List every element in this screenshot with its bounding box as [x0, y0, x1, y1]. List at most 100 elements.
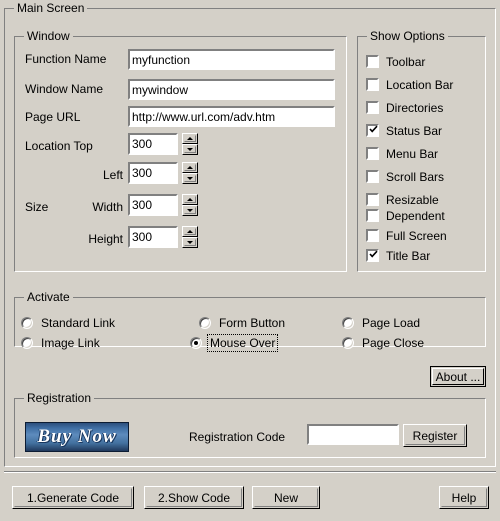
new-button[interactable]: New	[252, 486, 320, 509]
radio-mouse-over[interactable]: Mouse Over	[190, 334, 279, 352]
show-options-group-label: Show Options	[367, 30, 448, 43]
width-input[interactable]: 300	[128, 194, 178, 216]
left-spinner-down[interactable]	[182, 173, 198, 184]
checkbox-box	[366, 124, 379, 137]
radio-label: Standard Link	[41, 316, 116, 330]
location-top-spinner-up[interactable]	[182, 133, 198, 144]
checkbox-label: Dependent	[386, 208, 445, 223]
buy-now-button[interactable]: Buy Now	[25, 422, 129, 452]
radio-image-link[interactable]: Image Link	[21, 335, 102, 351]
radio-page-load[interactable]: Page Load	[342, 315, 422, 331]
checkbox-box	[366, 249, 379, 262]
height-label: Height	[88, 232, 123, 246]
registration-code-label: Registration Code	[189, 430, 286, 444]
checkbox-menu-bar[interactable]: Menu Bar	[366, 146, 438, 161]
location-top-input[interactable]: 300	[128, 133, 178, 155]
left-spinner[interactable]	[182, 162, 198, 184]
triangle-up-icon	[187, 198, 193, 201]
main-screen-group-label: Main Screen	[14, 2, 88, 15]
radio-label: Page Close	[362, 336, 425, 350]
radio-circle	[21, 317, 33, 329]
radio-label: Mouse Over	[206, 334, 279, 352]
radio-dot-icon	[194, 341, 198, 345]
checkbox-box	[366, 78, 379, 91]
triangle-down-icon	[187, 148, 193, 151]
window-name-value: mywindow	[132, 82, 189, 97]
left-input[interactable]: 300	[128, 162, 178, 184]
radio-circle	[342, 317, 354, 329]
checkbox-label: Resizable	[386, 192, 439, 207]
left-value: 300	[132, 166, 153, 180]
radio-page-close[interactable]: Page Close	[342, 335, 426, 351]
checkbox-resizable[interactable]: Resizable	[366, 192, 439, 207]
location-top-spinner-down[interactable]	[182, 144, 198, 155]
width-spinner-up[interactable]	[182, 194, 198, 205]
checkbox-label: Full Screen	[386, 228, 447, 243]
triangle-down-icon	[187, 209, 193, 212]
radio-label: Image Link	[41, 336, 100, 350]
height-input[interactable]: 300	[128, 226, 178, 248]
checkbox-label: Scroll Bars	[386, 169, 445, 184]
checkbox-toolbar[interactable]: Toolbar	[366, 54, 425, 69]
checkbox-box	[366, 101, 379, 114]
checkbox-directories[interactable]: Directories	[366, 100, 443, 115]
height-spinner-down[interactable]	[182, 237, 198, 248]
location-top-label: Location Top	[25, 139, 93, 153]
page-url-value: http://www.url.com/adv.htm	[132, 109, 276, 124]
checkbox-box	[366, 209, 379, 222]
radio-circle	[21, 337, 33, 349]
application-window: Main Screen Window Function Name myfunct…	[0, 0, 500, 521]
location-top-spinner[interactable]	[182, 133, 198, 155]
about-button[interactable]: About ...	[430, 366, 486, 387]
checkbox-label: Status Bar	[386, 123, 443, 138]
page-url-input[interactable]: http://www.url.com/adv.htm	[128, 106, 335, 127]
activate-group-label: Activate	[24, 291, 73, 304]
checkbox-title-bar[interactable]: Title Bar	[366, 248, 430, 263]
generate-code-button[interactable]: 1.Generate Code	[12, 486, 134, 509]
buy-now-label: Buy Now	[37, 426, 117, 447]
bottom-separator	[4, 471, 496, 473]
checkbox-status-bar[interactable]: Status Bar	[366, 123, 442, 138]
checkbox-scroll-bars[interactable]: Scroll Bars	[366, 169, 444, 184]
checkbox-box	[366, 55, 379, 68]
radio-standard-link[interactable]: Standard Link	[21, 315, 117, 331]
register-button[interactable]: Register	[403, 424, 467, 447]
checkbox-label: Location Bar	[386, 77, 454, 92]
height-value: 300	[132, 230, 153, 244]
window-group-label: Window	[24, 30, 73, 43]
width-spinner[interactable]	[182, 194, 198, 216]
show-code-button-label: 2.Show Code	[157, 490, 231, 505]
checkbox-box	[366, 229, 379, 242]
checkbox-label: Menu Bar	[386, 146, 439, 161]
registration-group-label: Registration	[24, 392, 95, 405]
triangle-up-icon	[187, 230, 193, 233]
radio-circle	[199, 317, 211, 329]
checkbox-location-bar[interactable]: Location Bar	[366, 77, 453, 92]
checkbox-box	[366, 147, 379, 160]
checkbox-dependent[interactable]: Dependent	[366, 208, 445, 223]
width-spinner-down[interactable]	[182, 205, 198, 216]
width-value: 300	[132, 198, 153, 212]
radio-circle	[190, 337, 202, 349]
triangle-up-icon	[187, 137, 193, 140]
radio-form-button[interactable]: Form Button	[199, 315, 287, 331]
about-button-label: About ...	[435, 369, 481, 384]
help-button[interactable]: Help	[439, 486, 489, 509]
checkmark-icon	[369, 250, 378, 258]
radio-circle	[342, 337, 354, 349]
location-top-value: 300	[132, 137, 153, 151]
show-code-button[interactable]: 2.Show Code	[144, 486, 244, 509]
function-name-input[interactable]: myfunction	[128, 49, 335, 70]
height-spinner[interactable]	[182, 226, 198, 248]
help-button-label: Help	[451, 490, 477, 505]
checkbox-label: Directories	[386, 100, 444, 115]
checkmark-icon	[369, 125, 378, 133]
page-url-label: Page URL	[25, 110, 81, 124]
checkbox-full-screen[interactable]: Full Screen	[366, 228, 447, 243]
height-spinner-up[interactable]	[182, 226, 198, 237]
triangle-down-icon	[187, 241, 193, 244]
registration-code-input[interactable]	[307, 424, 399, 445]
left-spinner-up[interactable]	[182, 162, 198, 173]
checkbox-box	[366, 193, 379, 206]
window-name-input[interactable]: mywindow	[128, 79, 335, 100]
